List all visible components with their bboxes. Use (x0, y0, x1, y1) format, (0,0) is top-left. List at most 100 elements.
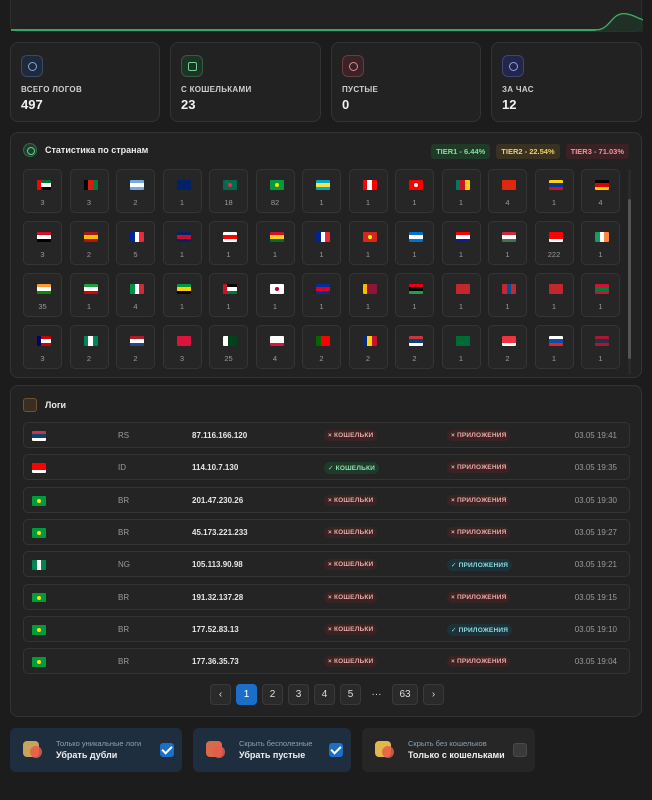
country-cell[interactable]: 2 (69, 325, 109, 369)
flag-icon (502, 232, 516, 242)
country-cell[interactable]: 2 (116, 325, 155, 369)
country-cell[interactable]: 2 (395, 325, 434, 369)
country-count: 2 (133, 198, 138, 207)
scrollbar-thumb[interactable] (628, 199, 631, 359)
country-cell[interactable]: 1 (69, 273, 109, 317)
page-button[interactable]: 5 (340, 684, 361, 705)
country-cell[interactable]: 1 (534, 325, 574, 369)
flag-icon (548, 232, 563, 242)
log-time: 03.05 19:35 (574, 463, 617, 473)
country-cell[interactable]: 1 (348, 221, 388, 265)
country-count: 1 (272, 302, 278, 311)
page-button[interactable]: 4 (314, 684, 335, 705)
country-cell[interactable]: 3 (23, 221, 62, 265)
country-cell[interactable]: 1 (302, 169, 341, 213)
country-cell[interactable]: 4 (581, 169, 620, 213)
country-cell[interactable]: 1 (255, 221, 295, 265)
country-count: 1 (179, 198, 185, 207)
flag-icon (32, 624, 46, 635)
stat-card: С КОШЕЛЬКАМИ 23 (170, 42, 321, 122)
flag-icon (548, 336, 563, 346)
country-cell[interactable]: 3 (162, 325, 202, 369)
country-grid[interactable]: 3 3 2 1 18 82 1 1 1 1 4 1 4 3 2 5 1 1 1 1 1 1 1 1 222 1 35 1 4 1 1 1 1 1 1… (23, 169, 629, 375)
page-button[interactable]: 2 (262, 684, 283, 705)
country-cell[interactable]: 3 (23, 169, 62, 213)
wallet-status-badge: × КОШЕЛЬКИ (324, 623, 378, 635)
country-cell[interactable]: 2 (302, 325, 341, 369)
country-cell[interactable]: 5 (116, 221, 155, 265)
country-cell[interactable]: 1 (348, 273, 388, 317)
log-time: 03.05 19:04 (574, 657, 617, 667)
country-cell[interactable]: 1 (534, 273, 574, 317)
log-row[interactable]: RS 87.116.166.120 × КОШЕЛЬКИ × ПРИЛОЖЕНИ… (23, 422, 630, 448)
country-cell[interactable]: 1 (581, 221, 620, 265)
country-count: 1 (179, 250, 185, 259)
country-cell[interactable]: 1 (534, 169, 574, 213)
last-page-button[interactable]: 63 (392, 684, 418, 705)
country-cell[interactable]: 1 (441, 273, 481, 317)
country-cell[interactable]: 1 (209, 221, 248, 265)
country-cell[interactable]: 1 (441, 169, 481, 213)
log-row[interactable]: BR 177.36.35.73 × КОШЕЛЬКИ × ПРИЛОЖЕНИЯ … (23, 648, 630, 675)
log-row[interactable]: BR 191.32.137.28 × КОШЕЛЬКИ × ПРИЛОЖЕНИЯ… (23, 583, 630, 610)
log-row[interactable]: NG 105.113.90.98 × КОШЕЛЬКИ ✓ ПРИЛОЖЕНИЯ… (23, 551, 630, 578)
country-cell[interactable]: 1 (488, 221, 527, 265)
country-cell[interactable]: 1 (395, 273, 434, 317)
country-cell[interactable]: 1 (209, 273, 248, 317)
country-cell[interactable]: 82 (255, 169, 295, 213)
filter-toggle[interactable]: Скрыть бесполезные Убрать пустые (193, 728, 351, 772)
country-cell[interactable]: 4 (255, 325, 295, 369)
country-cell[interactable]: 1 (348, 169, 388, 213)
country-cell[interactable]: 2 (69, 221, 109, 265)
country-cell[interactable]: 2 (488, 325, 527, 369)
country-cell[interactable]: 3 (23, 325, 62, 369)
prev-page-button[interactable]: ‹ (210, 684, 231, 705)
country-cell[interactable]: 1 (162, 221, 202, 265)
next-page-button[interactable]: › (423, 684, 444, 705)
filter-subtitle: Скрыть без кошельков (408, 739, 487, 748)
page-ellipsis: ··· (371, 689, 382, 700)
log-row[interactable]: ID 114.10.7.130 ✓ КОШЕЛЬКИ × ПРИЛОЖЕНИЯ … (23, 454, 630, 481)
filter-checkbox[interactable] (160, 743, 174, 757)
country-cell[interactable]: 1 (441, 221, 481, 265)
flag-icon (83, 336, 98, 346)
country-cell[interactable]: 1 (395, 169, 434, 213)
flag-icon (130, 180, 144, 190)
country-count: 2 (319, 354, 324, 363)
flag-icon (455, 180, 470, 190)
country-cell[interactable]: 1 (581, 325, 620, 369)
page-button[interactable]: 3 (288, 684, 309, 705)
country-cell[interactable]: 1 (302, 273, 341, 317)
country-cell[interactable]: 1 (162, 169, 202, 213)
log-row[interactable]: BR 45.173.221.233 × КОШЕЛЬКИ × ПРИЛОЖЕНИ… (23, 518, 630, 545)
filter-checkbox[interactable] (513, 743, 527, 757)
filter-toggle[interactable]: Скрыть без кошельков Только с кошельками (362, 728, 535, 772)
filter-checkbox[interactable] (329, 743, 343, 757)
filter-toggle[interactable]: Только уникальные логи Убрать дубли (10, 728, 182, 772)
country-cell[interactable]: 3 (69, 169, 109, 213)
country-cell[interactable]: 4 (488, 169, 527, 213)
log-row[interactable]: BR 201.47.230.26 × КОШЕЛЬКИ × ПРИЛОЖЕНИЯ… (23, 486, 630, 513)
log-row[interactable]: BR 177.52.83.13 × КОШЕЛЬКИ ✓ ПРИЛОЖЕНИЯ … (23, 615, 630, 642)
country-cell[interactable]: 1 (488, 273, 527, 317)
country-cell[interactable]: 1 (162, 273, 202, 317)
page-button[interactable]: 1 (236, 684, 257, 705)
log-time: 03.05 19:30 (574, 495, 617, 505)
country-cell[interactable]: 1 (441, 325, 481, 369)
country-cell[interactable]: 1 (302, 221, 341, 265)
country-cell[interactable]: 35 (23, 273, 62, 317)
country-count: 18 (224, 198, 233, 207)
country-cell[interactable]: 1 (395, 221, 434, 265)
country-cell[interactable]: 4 (116, 273, 155, 317)
country-cell[interactable]: 25 (209, 325, 248, 369)
wallet-status-badge: × КОШЕЛЬКИ (324, 559, 378, 571)
flag-icon (269, 180, 284, 190)
country-cell[interactable]: 1 (581, 273, 620, 317)
country-cell[interactable]: 222 (534, 221, 574, 265)
country-scrollbar[interactable] (628, 169, 631, 375)
country-cell[interactable]: 2 (116, 169, 155, 213)
country-cell[interactable]: 2 (348, 325, 388, 369)
log-country-code: BR (118, 592, 130, 602)
country-cell[interactable]: 1 (255, 273, 295, 317)
country-cell[interactable]: 18 (209, 169, 248, 213)
